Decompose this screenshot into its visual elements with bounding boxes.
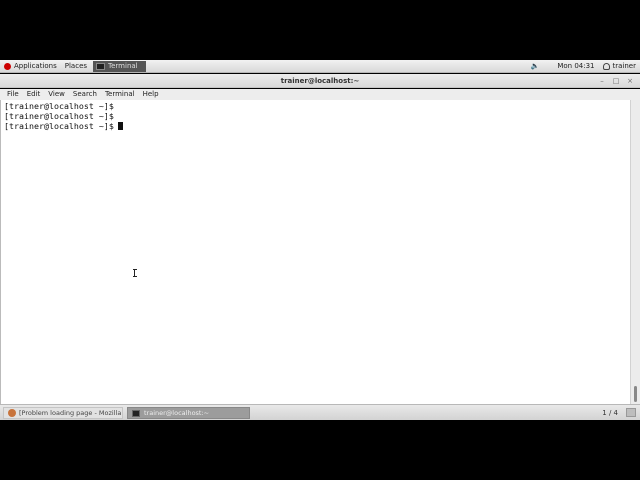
prompt-text: [trainer@localhost ~]$	[4, 121, 114, 131]
scrollbar[interactable]	[630, 100, 640, 404]
user-name: trainer	[612, 62, 636, 70]
terminal-icon	[132, 409, 140, 417]
menubar: File Edit View Search Terminal Help	[0, 89, 640, 100]
close-icon[interactable]: ×	[626, 77, 634, 85]
top-panel: Applications Places Terminal 🔈 Mon 04:31…	[0, 60, 640, 73]
letterbox-top	[0, 0, 640, 60]
letterbox-bottom	[0, 420, 640, 480]
menu-terminal[interactable]: Terminal	[101, 89, 139, 100]
menu-search[interactable]: Search	[69, 89, 101, 100]
menu-file[interactable]: File	[3, 89, 23, 100]
terminal-app-menu[interactable]: Terminal	[93, 60, 146, 72]
workspace-switcher[interactable]	[626, 408, 636, 417]
applications-label: Applications	[14, 62, 57, 70]
prompt-text: [trainer@localhost ~]$	[4, 101, 114, 111]
bottom-taskbar: [Problem loading page - Mozilla ... trai…	[0, 404, 640, 420]
places-menu[interactable]: Places	[61, 60, 91, 73]
scrollbar-thumb[interactable]	[634, 386, 637, 402]
taskbar-item-label: trainer@localhost:~	[144, 409, 210, 417]
window-titlebar[interactable]: trainer@localhost:~ – □ ×	[0, 74, 640, 88]
redhat-icon	[4, 62, 11, 70]
clock[interactable]: Mon 04:31	[553, 60, 598, 73]
terminal-line: [trainer@localhost ~]$	[4, 101, 630, 111]
ibeam-cursor-icon	[133, 269, 138, 277]
terminal-area[interactable]: [trainer@localhost ~]$ [trainer@localhos…	[0, 100, 630, 404]
places-label: Places	[64, 62, 88, 70]
prompt-text: [trainer@localhost ~]$	[4, 111, 114, 121]
taskbar-item-label: [Problem loading page - Mozilla ...	[19, 409, 123, 417]
maximize-icon[interactable]: □	[612, 77, 620, 85]
user-icon	[602, 62, 610, 70]
terminal-app-label: Terminal	[108, 62, 138, 70]
menu-view[interactable]: View	[44, 89, 69, 100]
applications-menu[interactable]: Applications	[0, 60, 61, 73]
terminal-line: [trainer@localhost ~]$	[4, 121, 630, 131]
text-cursor	[117, 122, 123, 130]
terminal-icon	[96, 62, 106, 70]
volume-icon[interactable]: 🔈	[531, 62, 540, 70]
window-title: trainer@localhost:~	[280, 77, 360, 85]
minimize-icon[interactable]: –	[598, 77, 606, 85]
menu-help[interactable]: Help	[139, 89, 163, 100]
user-menu[interactable]: trainer	[599, 60, 640, 73]
terminal-line: [trainer@localhost ~]$	[4, 111, 630, 121]
taskbar-item-terminal[interactable]: trainer@localhost:~	[127, 407, 250, 419]
workspace-indicator: 1 / 4	[602, 409, 618, 417]
taskbar-item-firefox[interactable]: [Problem loading page - Mozilla ...	[3, 407, 123, 419]
menu-edit[interactable]: Edit	[23, 89, 45, 100]
firefox-icon	[8, 409, 16, 417]
